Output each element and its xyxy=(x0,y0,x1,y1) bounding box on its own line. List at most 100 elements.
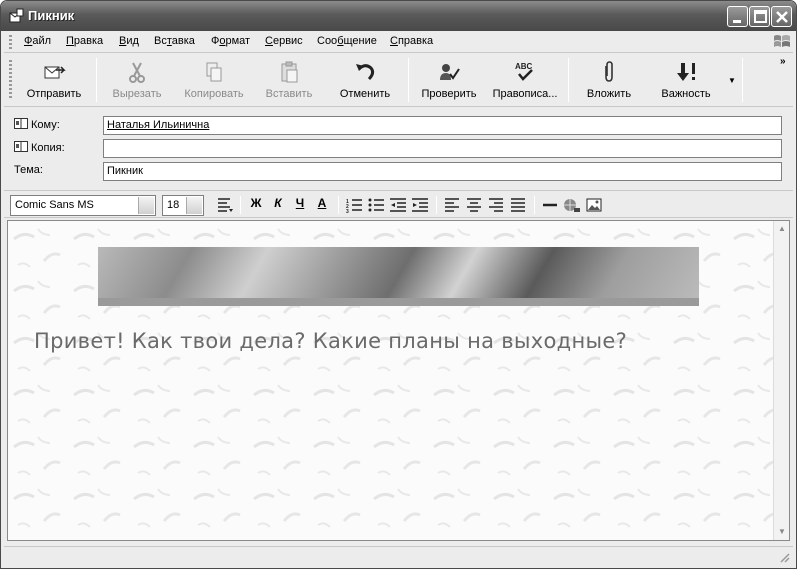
scroll-down-icon[interactable]: ▼ xyxy=(775,525,789,539)
chevron-down-icon xyxy=(138,197,154,214)
cut-button[interactable]: Вырезать xyxy=(102,56,172,104)
title-bar[interactable]: Пикник xyxy=(1,1,796,31)
toolbar-separator xyxy=(96,58,97,102)
decrease-indent-button[interactable] xyxy=(388,196,408,214)
format-separator xyxy=(534,196,535,214)
vertical-scrollbar[interactable]: ▲ ▼ xyxy=(773,221,789,540)
spellcheck-icon: ABC xyxy=(515,62,533,81)
paperclip-icon xyxy=(605,61,613,82)
numbered-list-button[interactable]: 123 xyxy=(344,196,364,215)
cc-row: Копия: xyxy=(4,137,793,159)
spelling-button[interactable]: ABC Правописа... xyxy=(488,56,562,104)
cc-field[interactable] xyxy=(103,139,782,158)
bulleted-list-button[interactable] xyxy=(366,196,386,214)
justify-icon xyxy=(511,198,525,212)
paragraph-style-icon xyxy=(218,198,233,212)
justify-button[interactable] xyxy=(508,196,528,214)
paste-icon xyxy=(281,61,298,83)
copy-icon xyxy=(206,62,222,82)
subject-label: Тема: xyxy=(14,164,43,176)
align-center-button[interactable] xyxy=(464,196,484,214)
menu-message[interactable]: Сообщение xyxy=(317,35,377,47)
horizontal-line-icon xyxy=(543,203,557,207)
menu-bar: Файл Правка Вид Вставка Формат Сервис Со… xyxy=(4,31,793,53)
to-label-button[interactable]: Кому: xyxy=(14,118,60,131)
priority-button[interactable]: Важность xyxy=(652,56,720,104)
maximize-button[interactable] xyxy=(749,6,770,27)
picture-icon xyxy=(586,198,602,212)
menu-tools[interactable]: Сервис xyxy=(265,35,303,47)
banner-stripe xyxy=(98,298,699,306)
format-separator xyxy=(436,196,437,214)
menu-grip[interactable] xyxy=(9,35,12,49)
undo-icon xyxy=(356,64,375,81)
font-color-button[interactable]: А xyxy=(312,196,332,214)
message-text[interactable]: Привет! Как твои дела? Какие планы на вы… xyxy=(34,329,627,353)
menu-edit[interactable]: Правка xyxy=(66,35,103,47)
subject-row: Тема: Пикник xyxy=(4,160,793,182)
to-row: Кому: Наталья Ильинична xyxy=(4,114,793,136)
close-icon xyxy=(776,11,788,23)
menu-format[interactable]: Формат xyxy=(211,35,250,47)
compose-window: Пикник Файл Правка Вид Вставка Формат Се… xyxy=(0,0,797,569)
toolbar-grip[interactable] xyxy=(9,60,12,100)
align-left-icon xyxy=(445,198,459,212)
underline-button[interactable]: Ч xyxy=(290,196,310,214)
copy-button[interactable]: Копировать xyxy=(178,56,250,104)
toolbar-separator xyxy=(742,58,743,102)
menu-file[interactable]: Файл xyxy=(24,35,51,47)
chevron-down-icon xyxy=(186,197,202,214)
align-right-button[interactable] xyxy=(486,196,506,214)
insert-picture-button[interactable] xyxy=(584,196,604,214)
window-title: Пикник xyxy=(28,8,75,23)
paragraph-style-button[interactable] xyxy=(214,196,234,214)
to-field[interactable]: Наталья Ильинична xyxy=(103,116,782,135)
menu-help[interactable]: Справка xyxy=(390,35,433,47)
new-message-icon xyxy=(9,8,24,23)
toolbar-separator xyxy=(408,58,409,102)
font-select[interactable]: Comic Sans MS xyxy=(10,195,156,216)
scroll-up-icon[interactable]: ▲ xyxy=(775,222,789,236)
bold-button[interactable]: Ж xyxy=(246,196,266,214)
svg-text:ABC: ABC xyxy=(515,62,533,71)
format-separator xyxy=(338,196,339,214)
stationery-banner-image xyxy=(98,247,699,306)
decrease-indent-icon xyxy=(390,198,406,212)
increase-indent-button[interactable] xyxy=(410,196,430,214)
resize-grip-icon[interactable] xyxy=(778,551,790,563)
toolbar-separator xyxy=(568,58,569,102)
menu-view[interactable]: Вид xyxy=(119,35,139,47)
horizontal-line-button[interactable] xyxy=(540,196,560,214)
send-button[interactable]: Отправить xyxy=(18,56,90,104)
align-right-icon xyxy=(489,198,503,212)
paste-button[interactable]: Вставить xyxy=(256,56,322,104)
format-separator xyxy=(240,196,241,214)
main-toolbar: Отправить Вырезать Копировать Вставить О… xyxy=(4,54,793,107)
formatting-toolbar: Comic Sans MS 18 Ж К Ч А 123 xyxy=(4,190,793,218)
priority-icon xyxy=(677,63,695,81)
close-button[interactable] xyxy=(771,6,792,27)
toolbar-overflow-button[interactable]: » xyxy=(780,56,786,67)
insert-hyperlink-button[interactable] xyxy=(562,196,582,214)
minimize-button[interactable] xyxy=(727,6,748,27)
cc-label-button[interactable]: Копия: xyxy=(14,141,65,154)
bulleted-list-icon xyxy=(368,198,384,212)
menu-insert[interactable]: Вставка xyxy=(154,35,195,47)
subject-field[interactable]: Пикник xyxy=(103,162,782,181)
maximize-icon xyxy=(754,10,767,23)
increase-indent-icon xyxy=(412,198,428,212)
message-body-editor[interactable]: Привет! Как твои дела? Какие планы на вы… xyxy=(7,220,790,541)
undo-button[interactable]: Отменить xyxy=(330,56,400,104)
check-names-button[interactable]: Проверить xyxy=(414,56,484,104)
align-left-button[interactable] xyxy=(442,196,462,214)
check-names-icon xyxy=(440,64,460,80)
attach-button[interactable]: Вложить xyxy=(576,56,642,104)
status-bar xyxy=(4,546,793,566)
windows-logo-icon xyxy=(774,35,790,47)
font-size-select[interactable]: 18 xyxy=(162,195,204,216)
align-center-icon xyxy=(467,198,481,212)
priority-dropdown-arrow-icon[interactable]: ▼ xyxy=(728,76,736,85)
italic-button[interactable]: К xyxy=(268,196,288,214)
address-book-icon xyxy=(14,118,28,129)
svg-text:3: 3 xyxy=(346,209,349,214)
